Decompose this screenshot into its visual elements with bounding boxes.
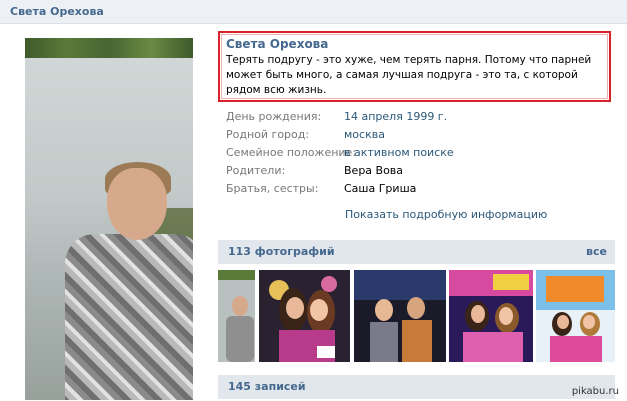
field-birthday: День рождения: 14 апреля 1999 г. bbox=[226, 108, 606, 126]
status-name[interactable]: Света Орехова bbox=[226, 37, 603, 51]
photos-count-title[interactable]: 113 фотографий bbox=[228, 245, 335, 258]
field-label: Родители: bbox=[226, 164, 286, 177]
field-label: Семейное положение: bbox=[226, 146, 357, 159]
field-value-link[interactable]: 14 апреля 1999 г. bbox=[344, 110, 447, 123]
field-label: Родной город: bbox=[226, 128, 310, 141]
field-value: Саша Гриша bbox=[344, 182, 417, 195]
photos-all-link[interactable]: все bbox=[586, 245, 607, 258]
photo-thumbnail[interactable] bbox=[354, 270, 446, 362]
status-text: Терять подругу - это хуже, чем терять па… bbox=[226, 54, 592, 96]
photo-thumbnails bbox=[218, 270, 615, 362]
watermark: pikabu.ru bbox=[571, 386, 619, 397]
photo-thumbnail[interactable] bbox=[259, 270, 350, 362]
profile-photo[interactable] bbox=[25, 38, 193, 400]
posts-section-header[interactable]: 145 записей bbox=[218, 375, 615, 399]
field-label: День рождения: bbox=[226, 110, 322, 123]
show-more-info-link[interactable]: Показать подробную информацию bbox=[345, 208, 547, 221]
field-relationship: Семейное положение: в активном поиске bbox=[226, 144, 606, 162]
photo-thumbnail[interactable] bbox=[536, 270, 615, 362]
field-parents: Родители: Вера Вова bbox=[226, 162, 606, 180]
profile-header-name[interactable]: Света Орехова bbox=[10, 5, 104, 18]
profile-header-bar: Света Орехова bbox=[0, 0, 627, 24]
photo-jacket bbox=[65, 234, 193, 400]
photos-section-header[interactable]: 113 фотографий все bbox=[218, 240, 615, 264]
photo-thumbnail[interactable] bbox=[449, 270, 533, 362]
photo-trees bbox=[25, 38, 193, 58]
field-value: Вера Вова bbox=[344, 164, 404, 177]
field-hometown: Родной город: москва bbox=[226, 126, 606, 144]
photo-thumbnail[interactable] bbox=[218, 270, 255, 362]
field-siblings: Братья, сестры: Саша Гриша bbox=[226, 180, 606, 198]
posts-count-title[interactable]: 145 записей bbox=[228, 380, 306, 393]
field-value-link[interactable]: москва bbox=[344, 128, 385, 141]
status-highlight-box: Света Орехова Терять подругу - это хуже,… bbox=[218, 31, 611, 102]
field-label: Братья, сестры: bbox=[226, 182, 319, 195]
photo-face bbox=[107, 168, 167, 240]
field-value-link[interactable]: в активном поиске bbox=[344, 146, 454, 159]
profile-info-fields: День рождения: 14 апреля 1999 г. Родной … bbox=[226, 108, 606, 198]
